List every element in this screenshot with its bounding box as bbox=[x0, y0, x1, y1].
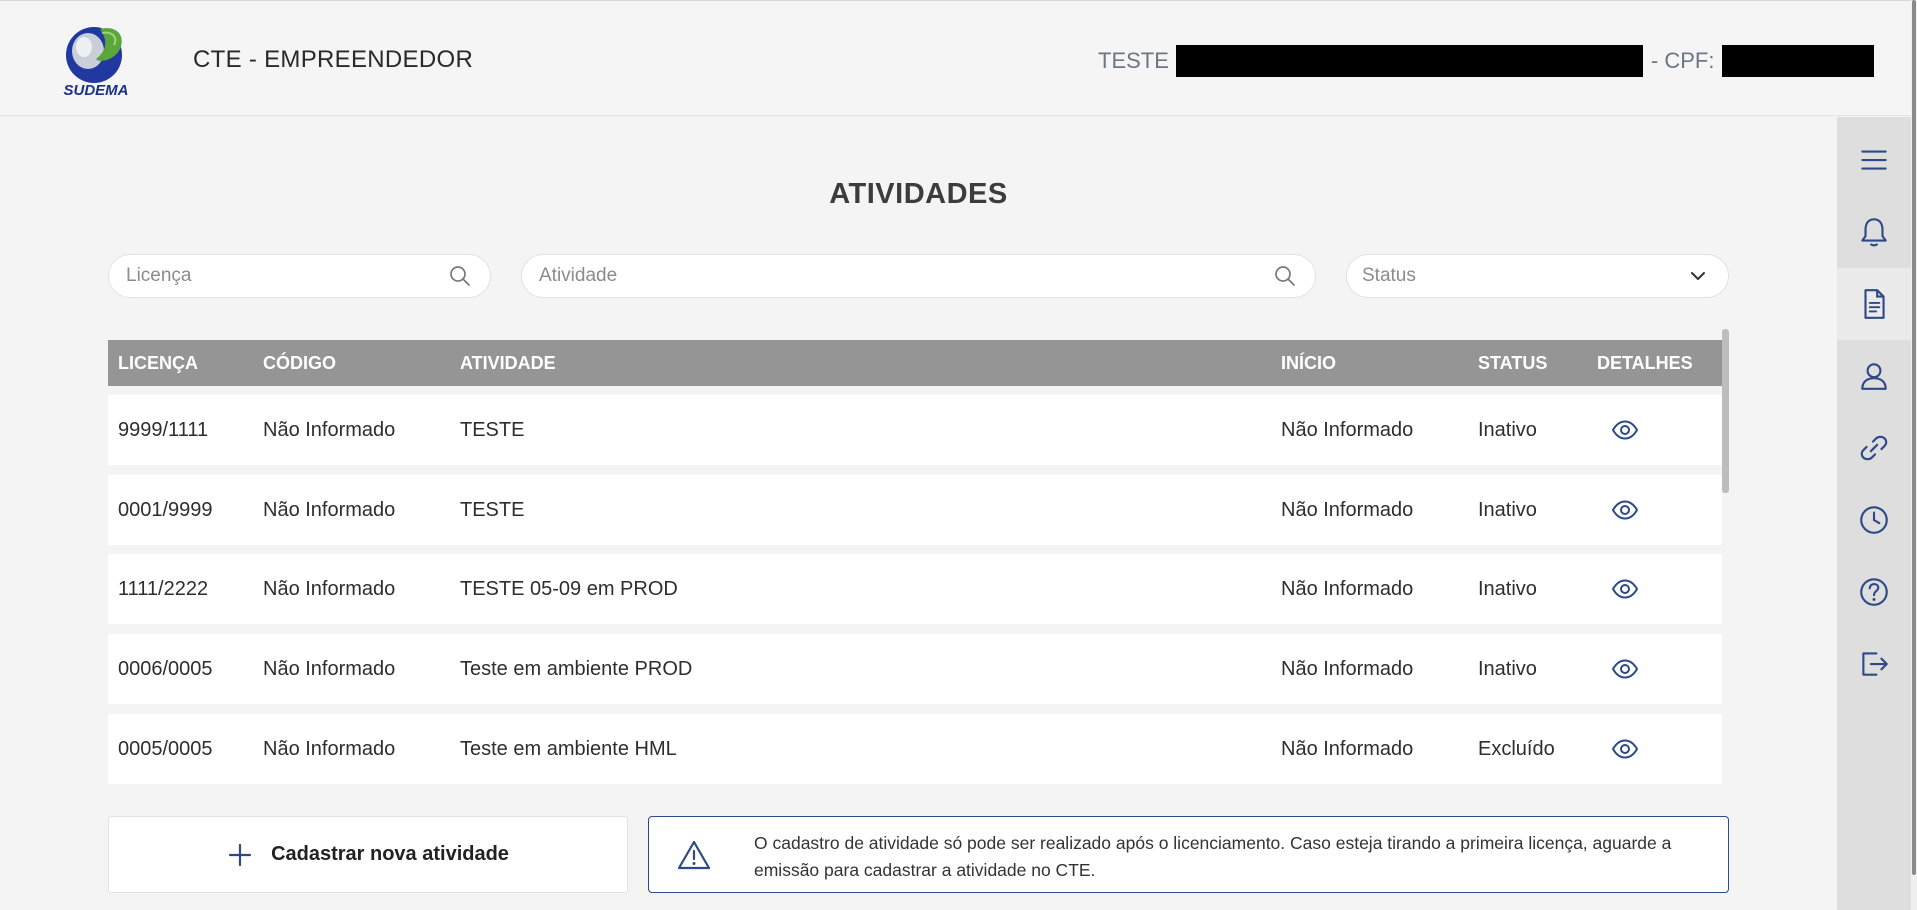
sudema-logo: SUDEMA bbox=[56, 19, 136, 99]
column-header-atividade: ATIVIDADE bbox=[460, 353, 556, 373]
license-search-field[interactable] bbox=[108, 254, 491, 298]
rail-help-button[interactable] bbox=[1837, 556, 1911, 628]
activity-search-input[interactable] bbox=[537, 254, 1273, 298]
rail-logout-button[interactable] bbox=[1837, 628, 1911, 700]
document-icon bbox=[1864, 289, 1885, 319]
licensing-notice: O cadastro de atividade só pode ser real… bbox=[648, 816, 1729, 893]
cell-licenca: 0006/0005 bbox=[118, 658, 213, 680]
status-select[interactable]: Status bbox=[1346, 254, 1729, 298]
table-row: 0005/0005 Não Informado Teste em ambient… bbox=[108, 714, 1722, 784]
view-details-eye-icon[interactable] bbox=[1610, 654, 1640, 684]
cell-inicio: Não Informado bbox=[1281, 578, 1414, 600]
cell-status: Excluído bbox=[1478, 738, 1555, 760]
view-details-eye-icon[interactable] bbox=[1610, 734, 1640, 764]
add-activity-button[interactable]: Cadastrar nova atividade bbox=[108, 816, 628, 893]
link-icon bbox=[1860, 435, 1888, 461]
table-row: 9999/1111 Não Informado TESTE Não Inform… bbox=[108, 395, 1722, 465]
column-header-licenca: LICENÇA bbox=[118, 353, 198, 373]
column-header-inicio: INÍCIO bbox=[1281, 353, 1337, 373]
cell-inicio: Não Informado bbox=[1281, 738, 1414, 760]
cell-inicio: Não Informado bbox=[1281, 658, 1414, 680]
table-scrollbar-thumb[interactable] bbox=[1722, 329, 1729, 493]
cell-licenca: 0005/0005 bbox=[118, 738, 213, 760]
cell-atividade: TESTE bbox=[460, 499, 525, 521]
cell-codigo: Não Informado bbox=[263, 499, 396, 521]
search-icon[interactable] bbox=[1273, 264, 1297, 288]
rail-profile-button[interactable] bbox=[1837, 340, 1911, 412]
cell-status: Inativo bbox=[1478, 419, 1537, 441]
column-header-status: STATUS bbox=[1478, 353, 1548, 373]
view-details-eye-icon[interactable] bbox=[1610, 574, 1640, 604]
help-icon bbox=[1860, 578, 1888, 606]
cell-status: Inativo bbox=[1478, 658, 1537, 680]
cell-inicio: Não Informado bbox=[1281, 419, 1414, 441]
table-header: LICENÇA CÓDIGO ATIVIDADE INÍCIO STATUS D… bbox=[108, 340, 1729, 386]
logout-icon bbox=[1862, 652, 1888, 676]
clock-icon bbox=[1860, 506, 1888, 534]
bell-icon bbox=[1861, 218, 1887, 247]
cell-codigo: Não Informado bbox=[263, 738, 396, 760]
page-title: ATIVIDADES bbox=[829, 178, 1008, 210]
menu-icon bbox=[1861, 150, 1887, 170]
cell-licenca: 9999/1111 bbox=[118, 419, 209, 441]
table-row: 1111/2222 Não Informado TESTE 05-09 em P… bbox=[108, 554, 1722, 624]
cell-licenca: 0001/9999 bbox=[118, 499, 213, 521]
cell-licenca: 1111/2222 bbox=[118, 578, 209, 600]
activity-search-field[interactable] bbox=[521, 254, 1316, 298]
app-header: SUDEMA CTE - EMPREENDEDOR TESTE - CPF: bbox=[0, 0, 1917, 116]
redacted-user-name bbox=[1175, 45, 1643, 77]
app-title: CTE - EMPREENDEDOR bbox=[193, 46, 474, 73]
table-row: 0006/0005 Não Informado Teste em ambient… bbox=[108, 634, 1722, 704]
user-icon bbox=[1861, 363, 1887, 390]
table-row: 0001/9999 Não Informado TESTE Não Inform… bbox=[108, 475, 1722, 545]
cell-status: Inativo bbox=[1478, 499, 1537, 521]
plus-icon bbox=[228, 843, 252, 866]
status-select-placeholder: Status bbox=[1362, 265, 1416, 286]
cell-atividade: TESTE bbox=[460, 419, 525, 441]
cell-atividade: Teste em ambiente HML bbox=[460, 738, 677, 760]
warning-icon bbox=[677, 840, 711, 870]
cpf-label: - CPF: bbox=[1650, 48, 1715, 73]
notice-text: O cadastro de atividade só pode ser real… bbox=[754, 833, 1672, 880]
cell-codigo: Não Informado bbox=[263, 419, 396, 441]
page-scrollbar-thumb[interactable] bbox=[1912, 0, 1916, 875]
redacted-cpf bbox=[1722, 45, 1875, 77]
search-icon[interactable] bbox=[448, 264, 472, 288]
rail-notifications-button[interactable] bbox=[1837, 196, 1911, 268]
user-info: TESTE - CPF: bbox=[1098, 44, 1875, 78]
view-details-eye-icon[interactable] bbox=[1610, 495, 1640, 525]
view-details-eye-icon[interactable] bbox=[1610, 415, 1640, 445]
cell-inicio: Não Informado bbox=[1281, 499, 1414, 521]
side-navigation bbox=[1837, 117, 1911, 910]
chevron-down-icon bbox=[1691, 272, 1705, 280]
cell-atividade: TESTE 05-09 em PROD bbox=[460, 578, 678, 600]
rail-activities-button[interactable] bbox=[1837, 268, 1911, 340]
rail-menu-button[interactable] bbox=[1837, 124, 1911, 196]
user-name-label: TESTE bbox=[1098, 48, 1169, 73]
rail-history-button[interactable] bbox=[1837, 484, 1911, 556]
column-header-detalhes: DETALHES bbox=[1597, 353, 1693, 373]
svg-text:SUDEMA: SUDEMA bbox=[63, 82, 128, 99]
cell-codigo: Não Informado bbox=[263, 578, 396, 600]
add-activity-label: Cadastrar nova atividade bbox=[271, 843, 509, 865]
column-header-codigo: CÓDIGO bbox=[263, 353, 337, 373]
rail-link-button[interactable] bbox=[1837, 412, 1911, 484]
cell-atividade: Teste em ambiente PROD bbox=[460, 658, 693, 680]
license-search-input[interactable] bbox=[124, 254, 448, 298]
cell-status: Inativo bbox=[1478, 578, 1537, 600]
cell-codigo: Não Informado bbox=[263, 658, 396, 680]
